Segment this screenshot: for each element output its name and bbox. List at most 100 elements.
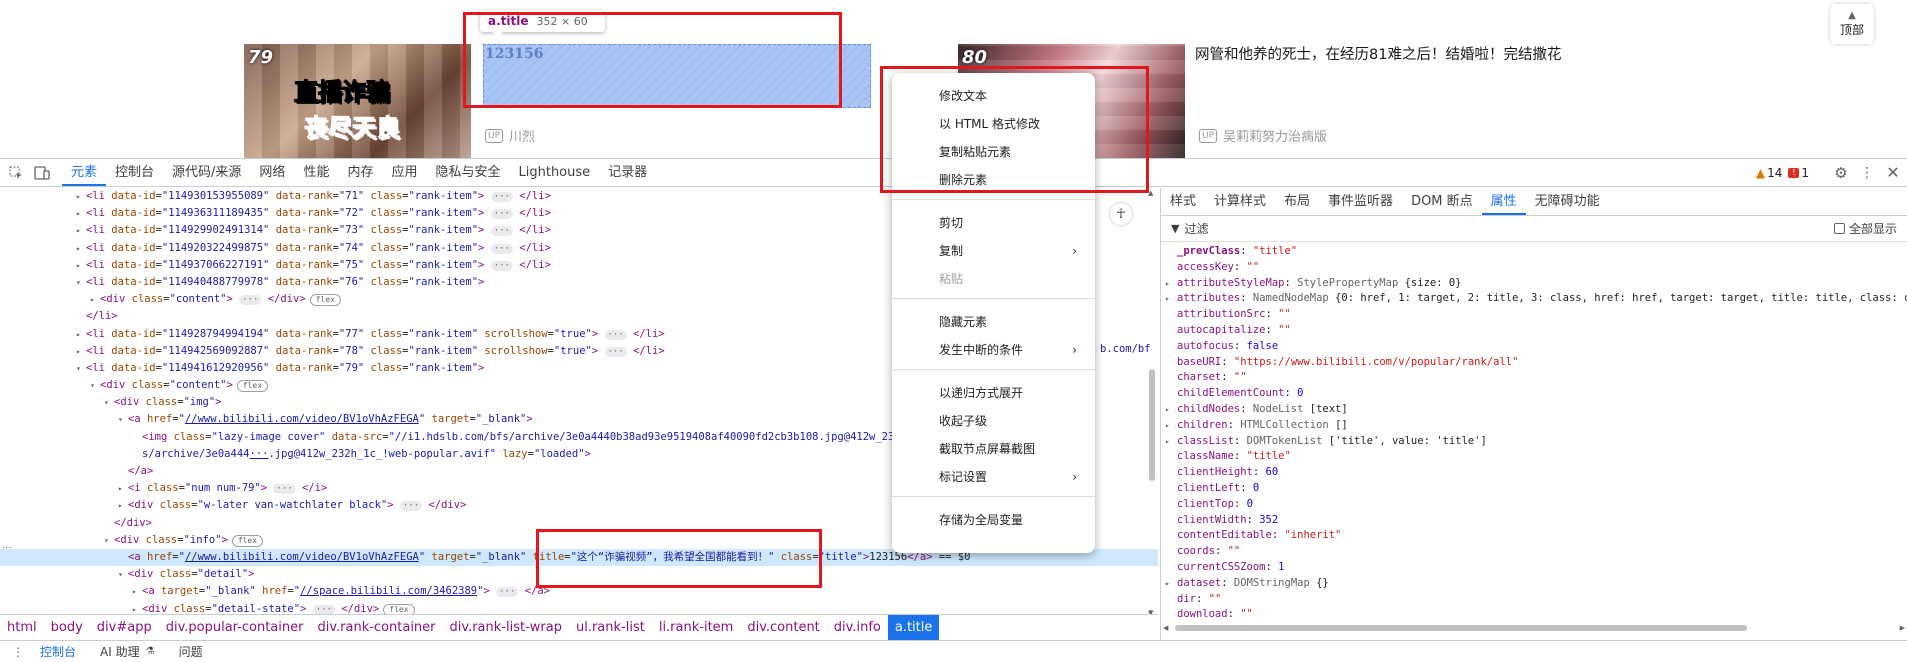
menu-copy[interactable]: 复制 › <box>939 240 1089 262</box>
dom-node[interactable]: ▸ <a target="_blank" href="//space.bilibi… <box>0 583 1158 600</box>
breadcrumb-item[interactable]: div.content <box>740 615 826 640</box>
menu-edit-text[interactable]: 修改文本 <box>939 85 1089 107</box>
menu-capture-node-screenshot[interactable]: 截取节点屏幕截图 <box>939 438 1089 460</box>
breadcrumb-item[interactable]: div.rank-container <box>310 615 442 640</box>
tab-8[interactable]: Lighthouse <box>510 159 600 186</box>
expand-arrow-icon[interactable]: ▸ <box>118 497 128 514</box>
menu-expand-recursively[interactable]: 以递归方式展开 <box>939 382 1089 404</box>
menu-collapse-children[interactable]: 收起子级 <box>939 410 1089 432</box>
tab-5[interactable]: 内存 <box>338 159 382 186</box>
expand-arrow-icon[interactable]: ▸ <box>1165 402 1170 418</box>
property-row[interactable]: download: "" <box>1161 607 1907 623</box>
sidebar-tab-5[interactable]: 属性 <box>1481 188 1526 215</box>
properties-h-scrollbar[interactable]: ◀ ▶ <box>1161 622 1907 634</box>
collapse-arrow-icon[interactable]: ▾ <box>104 394 114 411</box>
breadcrumb-item[interactable]: div.popular-container <box>159 615 311 640</box>
property-row[interactable]: currentCSSZoom: 1 <box>1161 560 1907 576</box>
property-row[interactable]: className: "title" <box>1161 449 1907 465</box>
dom-tree-scrollbar[interactable]: ▲ ▼ <box>1148 189 1156 619</box>
property-row[interactable]: clientLeft: 0 <box>1161 481 1907 497</box>
expand-arrow-icon[interactable]: ▸ <box>76 240 86 257</box>
tab-6[interactable]: 应用 <box>382 159 426 186</box>
property-row[interactable]: contentEditable: "inherit" <box>1161 528 1907 544</box>
collapse-arrow-icon[interactable]: ▾ <box>76 274 86 291</box>
expand-arrow-icon[interactable]: ▸ <box>76 188 86 205</box>
property-row[interactable]: ▸ classList: DOMTokenList ['title', value… <box>1161 434 1907 450</box>
error-count[interactable]: ! 1 <box>1788 166 1809 180</box>
breadcrumb-item[interactable]: div.rank-list-wrap <box>443 615 569 640</box>
property-row[interactable]: coords: "" <box>1161 544 1907 560</box>
device-toolbar-icon[interactable] <box>32 163 52 183</box>
property-row[interactable]: childElementCount: 0 <box>1161 386 1907 402</box>
breadcrumb-item[interactable]: div#app <box>90 615 159 640</box>
uploader-line-1[interactable]: UP 川烈 <box>485 126 535 145</box>
menu-delete-element[interactable]: 删除元素 <box>939 169 1089 191</box>
breadcrumb-item[interactable]: body <box>44 615 90 640</box>
breadcrumb-item[interactable]: html <box>0 615 44 640</box>
sidebar-tab-2[interactable]: 布局 <box>1275 188 1319 215</box>
expand-arrow-icon[interactable]: ▸ <box>90 291 100 308</box>
property-row[interactable]: charset: "" <box>1161 370 1907 386</box>
gear-icon[interactable]: ⚙ <box>1831 163 1851 183</box>
property-row[interactable]: ▸ children: HTMLCollection [] <box>1161 418 1907 434</box>
property-row[interactable]: dir: "" <box>1161 592 1907 608</box>
breadcrumb-item[interactable]: li.rank-item <box>652 615 741 640</box>
uploader-line-2[interactable]: UP 吴莉莉努力治病版 <box>1199 126 1327 145</box>
drawer-tab-ai-assistant[interactable]: AI 助理 ⚗ <box>88 643 167 660</box>
more-options-icon[interactable]: ⋮ <box>1857 163 1877 183</box>
expand-arrow-icon[interactable]: ▸ <box>76 222 86 239</box>
property-row[interactable]: clientWidth: 352 <box>1161 513 1907 529</box>
property-row[interactable]: ▸ dataset: DOMStringMap {} <box>1161 576 1907 592</box>
collapse-arrow-icon[interactable]: ▾ <box>104 532 114 549</box>
tab-7[interactable]: 隐私与安全 <box>426 159 509 186</box>
property-row[interactable]: autocapitalize: "" <box>1161 323 1907 339</box>
breadcrumb-item[interactable]: ul.rank-list <box>569 615 652 640</box>
tab-2[interactable]: 源代码/来源 <box>163 159 250 186</box>
drawer-tab-issues[interactable]: 问题 <box>167 643 215 660</box>
sidebar-tab-1[interactable]: 计算样式 <box>1205 188 1275 215</box>
expand-arrow-icon[interactable]: ▸ <box>132 583 142 600</box>
menu-edit-as-html[interactable]: 以 HTML 格式修改 <box>939 113 1089 135</box>
menu-duplicate-element[interactable]: 复制粘贴元素 <box>939 141 1089 163</box>
property-row[interactable]: accessKey: "" <box>1161 260 1907 276</box>
sidebar-tab-6[interactable]: 无障碍功能 <box>1526 188 1609 215</box>
property-row[interactable]: clientHeight: 60 <box>1161 465 1907 481</box>
video-title-80[interactable]: 网管和他养的死士，在经历81难之后！结婚啦！完结撒花 <box>1195 44 1580 66</box>
accessibility-tree-icon[interactable]: ☥ <box>1110 203 1132 225</box>
filter-input[interactable]: 过滤 <box>1184 220 1834 237</box>
menu-hide-element[interactable]: 隐藏元素 <box>939 311 1089 333</box>
back-to-top-button[interactable]: ▲ 顶部 <box>1830 4 1874 44</box>
tab-1[interactable]: 控制台 <box>106 159 163 186</box>
menu-store-as-global[interactable]: 存储为全局变量 <box>939 509 1089 531</box>
property-row[interactable]: ▸ childNodes: NodeList [text] <box>1161 402 1907 418</box>
menu-break-on[interactable]: 发生中断的条件 › <box>939 339 1089 361</box>
properties-list[interactable]: _prevClass: "title" accessKey: "" ▸ attribu… <box>1161 242 1907 623</box>
dom-node[interactable]: ▾ <div class="detail"> <box>0 566 1158 583</box>
property-row[interactable]: ▸ attributes: NamedNodeMap {0: href, 1: t… <box>1161 291 1907 307</box>
collapse-arrow-icon[interactable]: ▾ <box>90 377 100 394</box>
inspect-element-icon[interactable] <box>6 163 26 183</box>
tab-4[interactable]: 性能 <box>294 159 338 186</box>
tab-0[interactable]: 元素 <box>62 159 107 186</box>
expand-arrow-icon[interactable]: ▸ <box>118 480 128 497</box>
breadcrumb-item[interactable]: div.info <box>827 615 888 640</box>
tab-9[interactable]: 记录器 <box>599 159 656 186</box>
property-row[interactable]: autofocus: false <box>1161 339 1907 355</box>
sidebar-tab-3[interactable]: 事件监听器 <box>1319 188 1402 215</box>
expand-arrow-icon[interactable]: ▸ <box>1165 576 1170 592</box>
collapse-arrow-icon[interactable]: ▾ <box>76 360 86 377</box>
collapse-arrow-icon[interactable]: ▾ <box>118 411 128 428</box>
warning-count[interactable]: ▲ 14 <box>1756 166 1783 180</box>
menu-paste[interactable]: 粘贴 <box>939 268 1089 290</box>
show-all-checkbox[interactable]: 全部显示 <box>1833 220 1897 237</box>
sidebar-tab-0[interactable]: 样式 <box>1161 188 1205 215</box>
expand-arrow-icon[interactable]: ▸ <box>1165 276 1170 292</box>
close-icon[interactable]: ✕ <box>1883 163 1903 183</box>
tab-3[interactable]: 网络 <box>250 159 294 186</box>
expand-arrow-icon[interactable]: ▸ <box>76 326 86 343</box>
property-row[interactable]: ▸ attributeStyleMap: StylePropertyMap {si… <box>1161 276 1907 292</box>
expand-arrow-icon[interactable]: ▸ <box>1165 418 1170 434</box>
expand-arrow-icon[interactable]: ▸ <box>1165 434 1170 450</box>
menu-cut[interactable]: 剪切 <box>939 212 1089 234</box>
sidebar-tab-4[interactable]: DOM 断点 <box>1402 188 1482 215</box>
